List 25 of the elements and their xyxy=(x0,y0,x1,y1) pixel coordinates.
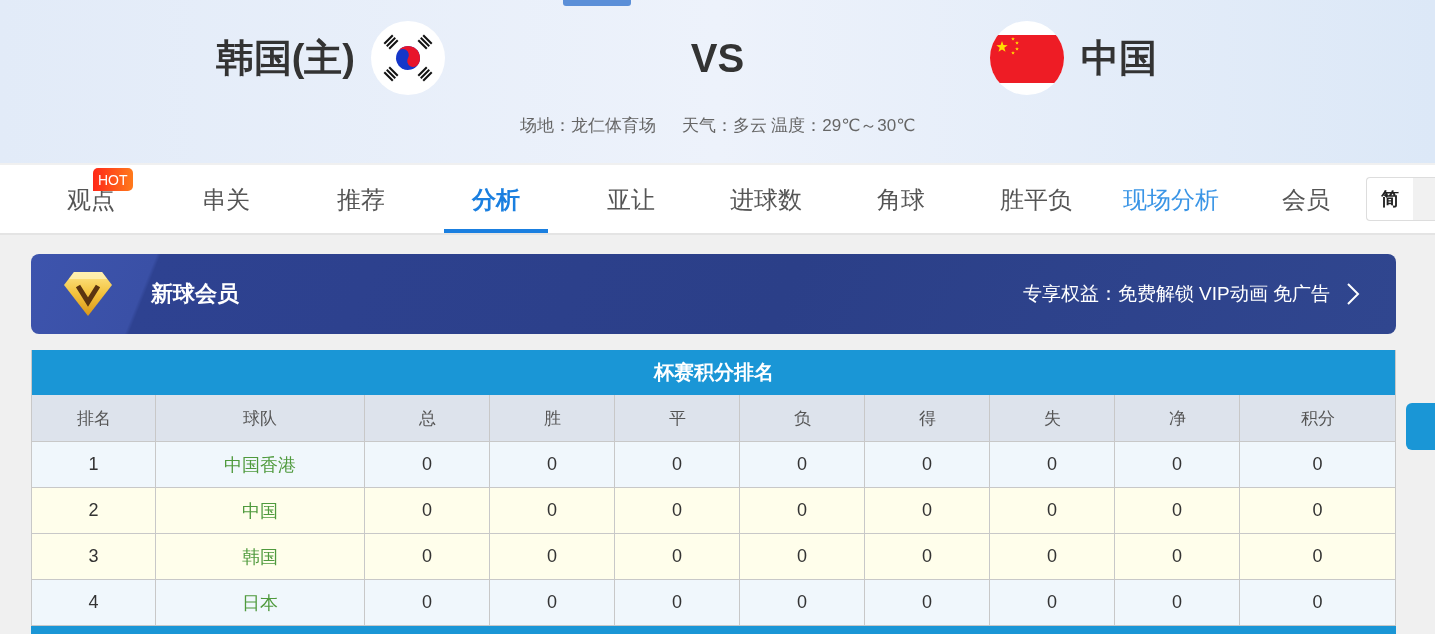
table-title: 杯赛积分排名 xyxy=(32,350,1395,395)
language-option[interactable]: 简 xyxy=(1367,178,1413,220)
korean-flag-icon xyxy=(371,21,445,95)
home-team-name: 韩国(主) xyxy=(215,39,355,77)
away-team-name: 中国 xyxy=(1081,39,1157,77)
venue-text: 场地：龙仁体育场 xyxy=(519,115,656,137)
nav-tab[interactable]: 胜平负 xyxy=(984,165,1088,233)
chinese-flag-icon xyxy=(990,21,1064,95)
diamond-icon xyxy=(63,271,113,317)
vip-benefits-link[interactable]: 专享权益：免费解锁 VIP动画 免广告 xyxy=(1022,281,1360,307)
header-tag-edge xyxy=(563,0,631,6)
nav-tab[interactable]: 串关 xyxy=(174,165,278,233)
vip-title: 新球会员 xyxy=(151,280,239,308)
versus-label: VS xyxy=(690,38,745,78)
chevron-right-icon xyxy=(1346,282,1360,306)
nav-tab[interactable]: 推荐 xyxy=(309,165,413,233)
nav-tab[interactable]: 观点 HOT xyxy=(39,165,143,233)
weather-text: 天气：多云 温度：29℃～30℃ xyxy=(681,115,916,137)
side-float-button[interactable] xyxy=(1406,403,1435,450)
nav-tab[interactable]: 进球数 xyxy=(714,165,818,233)
hot-badge: HOT xyxy=(93,168,133,191)
nav-tab[interactable]: 会员 xyxy=(1254,165,1358,233)
nav-tab[interactable]: 分析 xyxy=(444,165,548,233)
nav-tab[interactable]: 角球 xyxy=(849,165,953,233)
nav-tab[interactable]: 亚让 xyxy=(579,165,683,233)
